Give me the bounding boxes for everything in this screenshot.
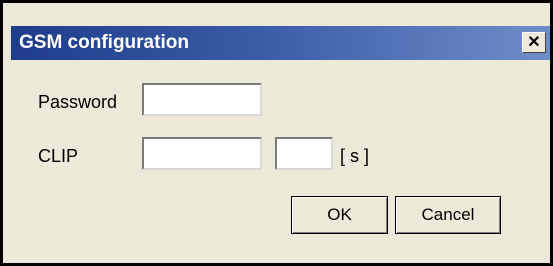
- title-bar[interactable]: GSM configuration ✕: [11, 26, 550, 60]
- cancel-button[interactable]: Cancel: [395, 196, 501, 234]
- seconds-unit-label: [ s ]: [340, 146, 370, 166]
- close-icon: ✕: [527, 34, 541, 51]
- dialog-title: GSM configuration: [19, 32, 189, 53]
- password-input[interactable]: [142, 83, 262, 116]
- clip-seconds-input[interactable]: [275, 137, 333, 170]
- gsm-configuration-dialog: GSM configuration ✕ Password CLIP [ s ] …: [0, 0, 553, 266]
- clip-label: CLIP: [38, 146, 79, 166]
- password-label: Password: [38, 92, 118, 112]
- ok-button[interactable]: OK: [291, 196, 388, 234]
- close-button[interactable]: ✕: [522, 32, 546, 53]
- clip-input[interactable]: [142, 137, 262, 170]
